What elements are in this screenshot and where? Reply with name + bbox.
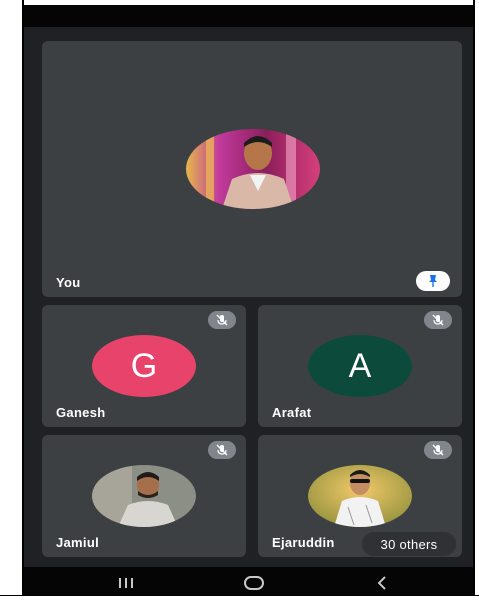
participant-name-jamiul: Jamiul: [56, 535, 99, 550]
pin-button[interactable]: [416, 271, 450, 291]
pin-icon: [429, 275, 437, 287]
left-margin: [0, 0, 24, 600]
participant-tile-jamiul[interactable]: Jamiul: [42, 435, 246, 557]
screenshot-frame: You G Ganesh A Arafat Jamiul Ejaruddin 3…: [0, 0, 479, 600]
participant-tile-ganesh[interactable]: G Ganesh: [42, 305, 246, 427]
mute-badge: [208, 441, 236, 459]
status-bar: [24, 5, 473, 27]
recents-icon: [119, 578, 133, 588]
right-margin: [473, 0, 479, 600]
back-icon: [377, 576, 386, 590]
avatar-ejaruddin: [308, 465, 412, 527]
mic-off-icon: [216, 444, 228, 456]
participant-tile-arafat[interactable]: A Arafat: [258, 305, 462, 427]
avatar-ganesh: G: [92, 335, 196, 397]
mute-badge: [424, 311, 452, 329]
mic-off-icon: [432, 314, 444, 326]
avatar-photo-you: [186, 129, 320, 209]
avatar-photo-jamiul: [92, 465, 196, 527]
avatar-you: [186, 129, 320, 209]
mic-off-icon: [216, 314, 228, 326]
avatar-arafat: A: [308, 335, 412, 397]
others-count-button[interactable]: 30 others: [362, 532, 456, 556]
avatar-photo-ejaruddin: [308, 465, 412, 527]
meet-call-screen: You G Ganesh A Arafat Jamiul Ejaruddin 3…: [24, 5, 473, 599]
participant-name-you: You: [56, 275, 81, 290]
mic-off-icon: [432, 444, 444, 456]
participant-name-arafat: Arafat: [272, 405, 312, 420]
participant-tile-you[interactable]: You: [42, 41, 462, 297]
avatar-jamiul: [92, 465, 196, 527]
mute-badge: [208, 311, 236, 329]
home-icon: [244, 576, 264, 590]
participant-name-ganesh: Ganesh: [56, 405, 106, 420]
mute-badge: [424, 441, 452, 459]
bottom-margin: [0, 595, 479, 600]
participant-name-ejaruddin: Ejaruddin: [272, 535, 335, 550]
